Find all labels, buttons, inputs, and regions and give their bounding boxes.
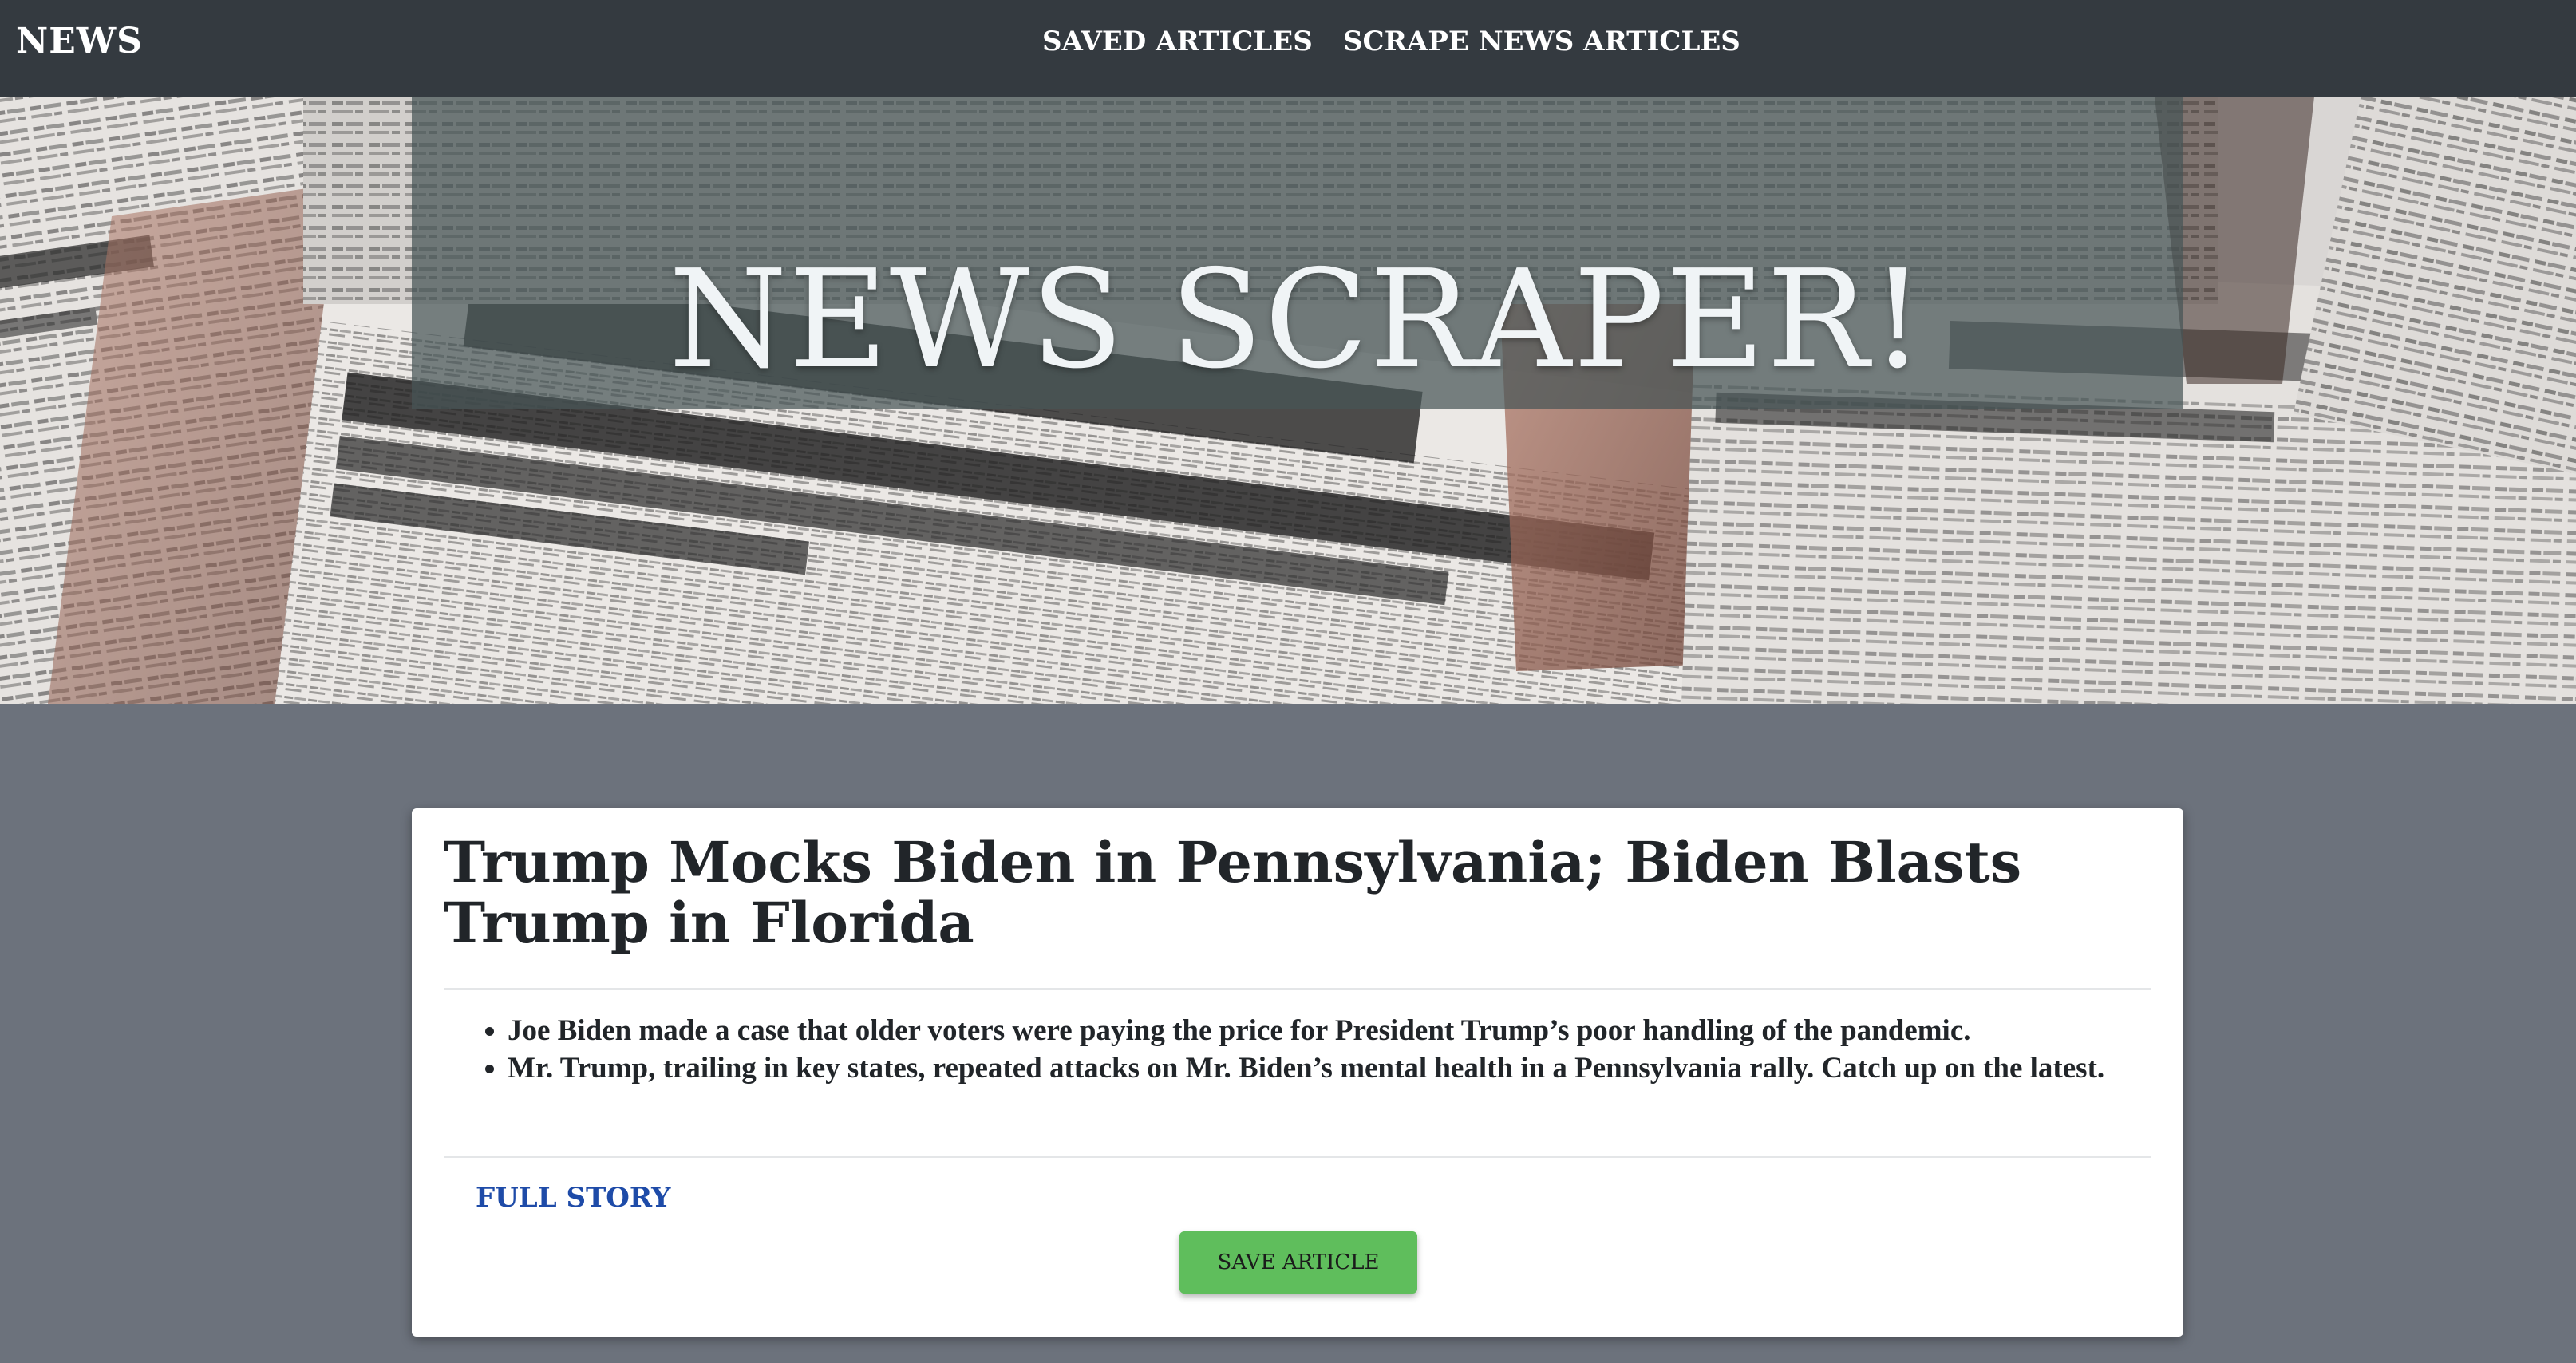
save-article-button[interactable]: SAVE ARTICLE xyxy=(1179,1231,1417,1294)
hero-banner: NEWS SCRAPER! xyxy=(0,97,2576,704)
card-divider xyxy=(444,1156,2151,1158)
top-navbar: NEWS SAVED ARTICLES SCRAPE NEWS ARTICLES xyxy=(0,0,2576,97)
nav-scrape-articles-link[interactable]: SCRAPE NEWS ARTICLES xyxy=(1343,26,1740,57)
article-card: Trump Mocks Biden in Pennsylvania; Biden… xyxy=(412,808,2183,1337)
article-summary-list: Joe Biden made a case that older voters … xyxy=(444,1012,2199,1087)
summary-item: Joe Biden made a case that older voters … xyxy=(508,1012,2199,1049)
article-title: Trump Mocks Biden in Pennsylvania; Biden… xyxy=(444,829,2022,956)
full-story-link[interactable]: FULL STORY xyxy=(476,1182,670,1214)
card-divider xyxy=(444,988,2151,990)
brand-logo-link[interactable]: NEWS xyxy=(16,21,143,61)
summary-item: Mr. Trump, trailing in key states, repea… xyxy=(508,1049,2199,1087)
hero-title: NEWS SCRAPER! xyxy=(668,241,1927,399)
nav-saved-articles-link[interactable]: SAVED ARTICLES xyxy=(1042,26,1313,57)
